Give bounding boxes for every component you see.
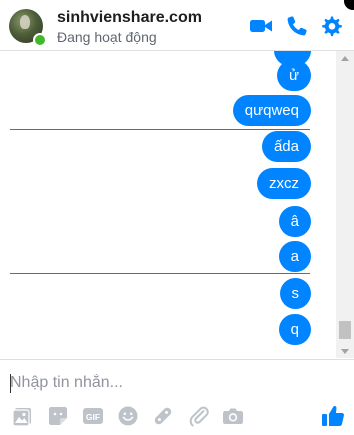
camera-icon[interactable]	[222, 405, 244, 427]
gif-icon[interactable]: GIF	[82, 405, 104, 427]
message-bubble[interactable]: q	[278, 314, 311, 345]
close-chat-icon[interactable]	[344, 0, 354, 10]
games-icon[interactable]	[152, 405, 174, 427]
message-list: ử qưqweq ấda zxcz â a s q	[0, 51, 354, 358]
attachment-icon[interactable]	[188, 405, 210, 427]
settings-gear-icon[interactable]	[320, 14, 344, 38]
contact-name[interactable]: sinhvienshare.com	[57, 9, 202, 27]
message-bubble[interactable]: â	[278, 206, 311, 237]
scroll-thumb[interactable]	[339, 321, 351, 339]
message-composer: GIF	[0, 359, 354, 435]
emoji-icon[interactable]	[117, 405, 139, 427]
phone-call-icon[interactable]	[285, 14, 309, 38]
text-cursor	[10, 374, 11, 393]
message-bubble[interactable]: a	[278, 241, 311, 272]
photo-icon[interactable]	[12, 405, 34, 427]
chat-header: sinhvienshare.com Đang hoạt động	[0, 0, 354, 51]
message-bubble[interactable]: s	[279, 278, 311, 309]
message-bubble[interactable]: qưqweq	[232, 95, 311, 126]
message-bubble[interactable]: ử	[276, 60, 311, 91]
video-call-icon[interactable]	[249, 14, 273, 38]
message-input[interactable]	[10, 372, 330, 394]
message-bubble[interactable]: ấda	[261, 131, 311, 162]
message-divider	[10, 273, 310, 274]
thumbs-up-icon[interactable]	[321, 404, 345, 428]
scroll-down-arrow-icon[interactable]	[341, 349, 349, 354]
message-divider	[10, 129, 310, 130]
gif-label: GIF	[86, 412, 100, 422]
sticker-icon[interactable]	[47, 405, 69, 427]
active-status-text: Đang hoạt động	[57, 29, 157, 45]
message-scrollbar[interactable]	[336, 51, 354, 358]
message-bubble[interactable]: zxcz	[257, 168, 311, 199]
online-status-dot	[33, 33, 47, 47]
scroll-up-arrow-icon[interactable]	[341, 56, 349, 61]
